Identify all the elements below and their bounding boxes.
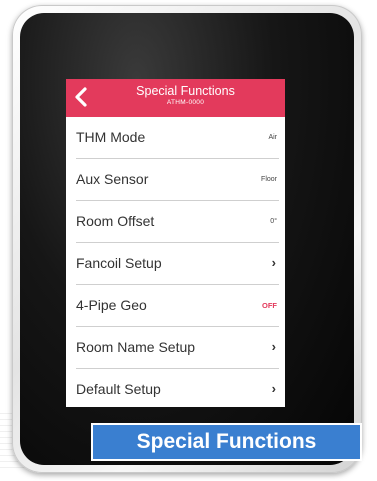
thermostat-screen: Special Functions ATHM-0000 THM Mode Air… xyxy=(66,79,285,407)
menu-item-label: THM Mode xyxy=(76,129,146,145)
menu-item-label: Aux Sensor xyxy=(76,171,149,187)
menu-item-thm-mode[interactable]: THM Mode Air xyxy=(76,117,279,159)
menu-item-default-setup[interactable]: Default Setup › xyxy=(76,369,279,407)
menu-item-room-offset[interactable]: Room Offset 0° xyxy=(76,201,279,243)
caption-banner: Special Functions xyxy=(91,423,362,461)
menu-item-label: Room Offset xyxy=(76,213,155,229)
menu-item-4-pipe-geo[interactable]: 4-Pipe Geo OFF xyxy=(76,285,279,327)
settings-menu: THM Mode Air Aux Sensor Floor Room Offse… xyxy=(66,117,285,407)
page-title: Special Functions xyxy=(136,84,235,98)
screen-header: Special Functions ATHM-0000 xyxy=(66,79,285,117)
chevron-right-icon: › xyxy=(271,255,276,270)
caption-text: Special Functions xyxy=(136,430,317,453)
menu-item-label: 4-Pipe Geo xyxy=(76,297,147,313)
menu-item-value: 0° xyxy=(270,218,277,225)
device-id: ATHM-0000 xyxy=(166,99,205,106)
menu-item-value: Air xyxy=(268,134,277,141)
product-image: Special Functions ATHM-0000 THM Mode Air… xyxy=(0,0,377,481)
menu-item-value: Floor xyxy=(261,176,277,183)
menu-item-fancoil-setup[interactable]: Fancoil Setup › xyxy=(76,243,279,285)
chevron-right-icon: › xyxy=(271,339,276,354)
menu-item-label: Default Setup xyxy=(76,381,161,397)
toggle-status[interactable]: OFF xyxy=(262,301,277,310)
menu-item-aux-sensor[interactable]: Aux Sensor Floor xyxy=(76,159,279,201)
menu-item-label: Fancoil Setup xyxy=(76,255,162,271)
menu-item-room-name-setup[interactable]: Room Name Setup › xyxy=(76,327,279,369)
chevron-right-icon: › xyxy=(271,381,276,396)
menu-item-label: Room Name Setup xyxy=(76,339,196,355)
